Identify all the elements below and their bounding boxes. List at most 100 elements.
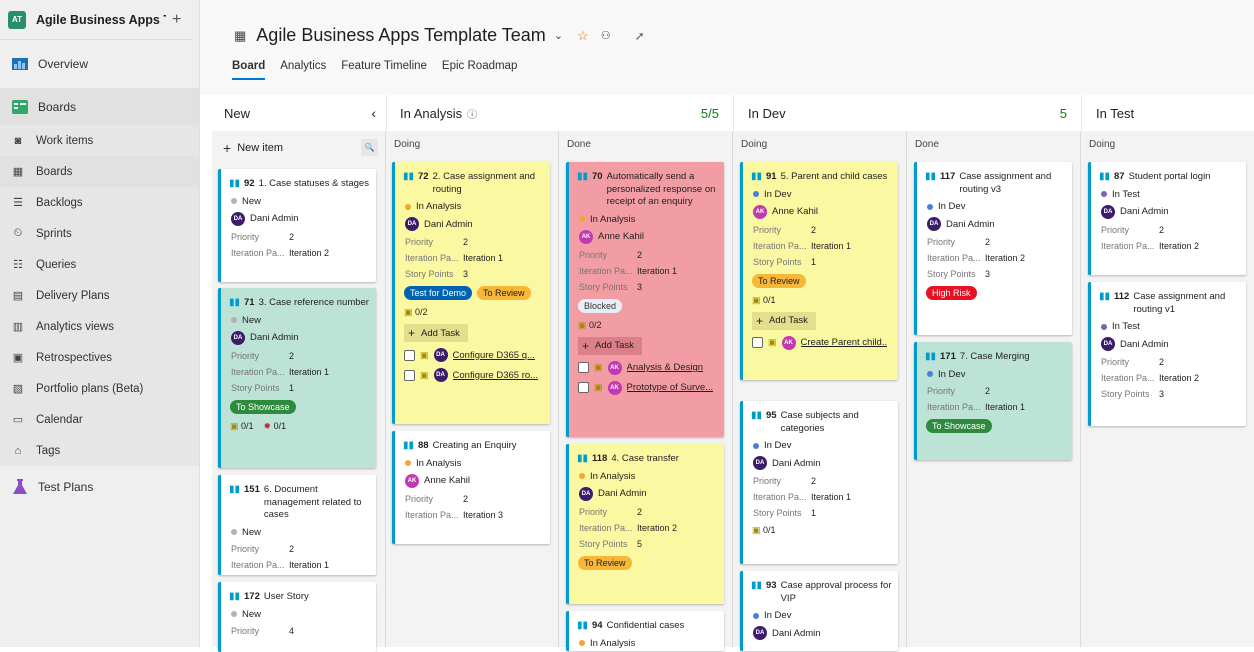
tab-analytics[interactable]: Analytics	[280, 60, 326, 80]
card-title[interactable]: 3. Case reference number	[259, 297, 369, 310]
story-points-value[interactable]: 1	[811, 257, 816, 267]
work-item-card-118[interactable]: ▮▮ 118 4. Case transfer In Analysis DA Dani…	[566, 444, 724, 604]
story-points-value[interactable]: 5	[637, 539, 642, 549]
iteration-value[interactable]: Iteration 1	[811, 241, 851, 251]
nav-portfolio-plans[interactable]: ▧ Portfolio plans (Beta)	[0, 373, 199, 404]
column-header-in-analysis[interactable]: In Analysis ⓘ 5/5	[386, 95, 733, 131]
work-item-card-151[interactable]: ▮▮ 151 6. Document management related to c…	[218, 475, 376, 575]
checkbox[interactable]	[404, 369, 415, 381]
child-task[interactable]: ▣ AK Analysis & Design	[569, 355, 724, 375]
tab-board[interactable]: Board	[232, 60, 266, 80]
nav-calendar[interactable]: ▭ Calendar	[0, 404, 199, 435]
priority-value[interactable]: 2	[463, 237, 468, 247]
favorite-star-icon[interactable]: ☆	[577, 28, 589, 44]
nav-work-items[interactable]: ◙ Work items	[0, 125, 199, 156]
task-link[interactable]: Configure D365 ro...	[453, 370, 539, 381]
assignee[interactable]: Dani Admin	[1120, 206, 1169, 217]
work-item-card-172[interactable]: ▮▮ 172 User Story New Priority 4	[218, 582, 376, 652]
iteration-value[interactable]: Iteration 1	[463, 253, 503, 263]
nav-test-plans[interactable]: Test Plans	[0, 468, 199, 505]
card-title[interactable]: Case assignment and routing v1	[1133, 291, 1240, 316]
work-item-card-88[interactable]: ▮▮ 88 Creating an Enquiry In Analysis AK An…	[392, 431, 550, 544]
work-item-card-171[interactable]: ▮▮ 171 7. Case Merging In Dev Priority 2 It…	[914, 342, 1072, 460]
card-title[interactable]: User Story	[264, 591, 309, 604]
new-item-plus-button[interactable]: +	[172, 11, 181, 29]
priority-value[interactable]: 2	[985, 386, 990, 396]
story-points-value[interactable]: 3	[637, 282, 642, 292]
column-header-new[interactable]: New ‹	[212, 95, 386, 131]
column-header-in-test[interactable]: In Test	[1081, 95, 1254, 131]
column-header-in-dev[interactable]: In Dev 5	[733, 95, 1081, 131]
story-points-value[interactable]: 1	[289, 383, 294, 393]
work-item-card-87[interactable]: ▮▮ 87 Student portal login In Test DA Dani …	[1088, 162, 1246, 275]
collapse-column-icon[interactable]: ‹	[371, 105, 376, 121]
task-link[interactable]: Configure D365 q...	[453, 350, 539, 361]
assignee[interactable]: Dani Admin	[772, 458, 821, 469]
iteration-value[interactable]: Iteration 1	[289, 367, 329, 377]
assignee[interactable]: Dani Admin	[250, 213, 299, 224]
task-link[interactable]: Prototype of Surve...	[627, 382, 713, 393]
assignee[interactable]: Dani Admin	[946, 219, 995, 230]
card-title[interactable]: 1. Case statuses & stages	[259, 178, 369, 191]
priority-value[interactable]: 2	[985, 237, 990, 247]
iteration-value[interactable]: Iteration 2	[1159, 241, 1199, 251]
tab-epic-roadmap[interactable]: Epic Roadmap	[442, 60, 517, 80]
card-title[interactable]: Case assignment and routing v3	[959, 171, 1066, 196]
work-item-card-71[interactable]: ▮▮ 71 3. Case reference number New DA Dani …	[218, 288, 376, 468]
priority-value[interactable]: 2	[637, 250, 642, 260]
assignee[interactable]: Dani Admin	[1120, 339, 1169, 350]
info-icon[interactable]: ⓘ	[467, 106, 477, 121]
project-name[interactable]: Agile Business Apps Te...	[36, 13, 166, 27]
priority-value[interactable]: 2	[811, 476, 816, 486]
priority-value[interactable]: 2	[289, 232, 294, 242]
add-task-button[interactable]: + Add Task	[752, 311, 816, 330]
checkbox[interactable]	[404, 349, 415, 361]
task-link[interactable]: Create Parent child...	[801, 337, 887, 348]
work-item-card-72[interactable]: ▮▮ 72 2. Case assignment and routing In An…	[392, 162, 550, 424]
iteration-value[interactable]: Iteration 1	[289, 560, 329, 570]
iteration-value[interactable]: Iteration 2	[985, 253, 1025, 263]
work-item-card-70[interactable]: ▮▮ 70 Automatically send a personalized re…	[566, 162, 724, 437]
work-item-card-91[interactable]: ▮▮ 91 5. Parent and child cases In Dev AK A…	[740, 162, 898, 380]
priority-value[interactable]: 2	[1159, 357, 1164, 367]
story-points-value[interactable]: 3	[463, 269, 468, 279]
add-task-button[interactable]: + Add Task	[404, 324, 468, 342]
iteration-value[interactable]: Iteration 2	[637, 523, 677, 533]
child-task[interactable]: ▣ AK Create Parent child...	[743, 330, 898, 350]
iteration-value[interactable]: Iteration 1	[811, 492, 851, 502]
search-icon[interactable]: 🔍	[361, 139, 378, 156]
iteration-value[interactable]: Iteration 2	[1159, 373, 1199, 383]
card-title[interactable]: Case approval process for VIP	[781, 580, 892, 605]
iteration-value[interactable]: Iteration 1	[637, 266, 677, 276]
priority-value[interactable]: 2	[463, 494, 468, 504]
assignee[interactable]: Dani Admin	[772, 628, 821, 639]
tab-feature-timeline[interactable]: Feature Timeline	[341, 60, 427, 80]
new-item-button[interactable]: + New item 🔍	[219, 138, 378, 157]
card-title[interactable]: Automatically send a personalized respon…	[607, 171, 718, 209]
nav-backlogs[interactable]: ☰ Backlogs	[0, 187, 199, 218]
card-title[interactable]: Student portal login	[1129, 171, 1211, 184]
nav-analytics-views[interactable]: ▥ Analytics views	[0, 311, 199, 342]
assignee[interactable]: Anne Kahil	[424, 475, 470, 486]
story-points-value[interactable]: 1	[811, 508, 816, 518]
priority-value[interactable]: 2	[637, 507, 642, 517]
nav-queries[interactable]: ☷ Queries	[0, 249, 199, 280]
card-title[interactable]: 2. Case assignment and routing	[433, 171, 544, 196]
card-title[interactable]: 6. Document management related to cases	[264, 484, 370, 522]
task-link[interactable]: Analysis & Design	[627, 362, 713, 373]
nav-delivery-plans[interactable]: ▤ Delivery Plans	[0, 280, 199, 311]
assignee[interactable]: Dani Admin	[598, 488, 647, 499]
assignee[interactable]: Anne Kahil	[598, 231, 644, 242]
nav-boards-hub[interactable]: Boards	[0, 88, 199, 125]
work-item-card-112[interactable]: ▮▮ 112 Case assignment and routing v1 In T…	[1088, 282, 1246, 426]
assignee[interactable]: Dani Admin	[424, 219, 473, 230]
card-title[interactable]: Case subjects and categories	[781, 410, 892, 435]
checkbox[interactable]	[578, 362, 589, 373]
nav-overview[interactable]: Overview	[0, 45, 199, 82]
nav-tags[interactable]: ⌂ Tags	[0, 435, 199, 466]
card-title[interactable]: Confidential cases	[607, 620, 685, 633]
nav-sprints[interactable]: ⏲ Sprints	[0, 218, 199, 249]
nav-retrospectives[interactable]: ▣ Retrospectives	[0, 342, 199, 373]
work-item-card-95[interactable]: ▮▮ 95 Case subjects and categories In Dev …	[740, 401, 898, 564]
priority-value[interactable]: 2	[811, 225, 816, 235]
